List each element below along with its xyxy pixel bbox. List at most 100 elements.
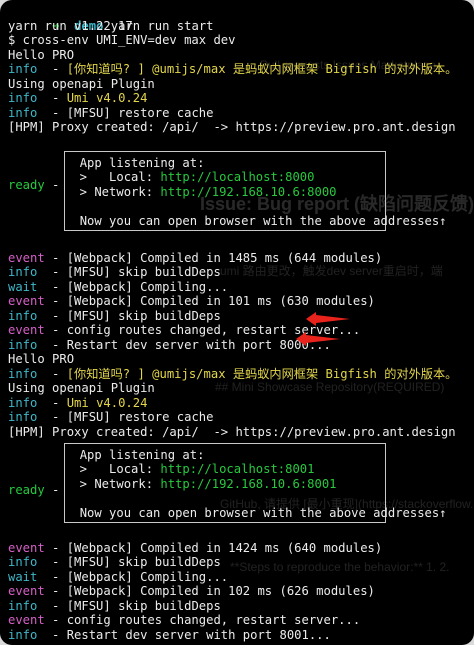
log-segment: info [8,337,38,352]
log-segment: info [8,395,38,410]
log-segment: Umi v4.0.24 [66,91,148,105]
log-segment: ready [8,178,45,192]
app-listening-box: App listening at: > Local: http://localh… [64,151,447,231]
log-segment [8,454,15,468]
log-segment: - config routes changed, restart server.… [44,613,361,627]
log-segment: event [8,294,45,308]
log-segment: info [8,62,38,76]
log-segment: - [MFSU] skip buildDeps [37,265,221,279]
log-segment: info [8,91,38,105]
log-segment: info [8,366,38,381]
app-listening-box: App listening at: > Local: http://localh… [64,443,447,523]
log-segment: Using openapi Plugin [8,381,155,395]
log-segment: event [8,584,45,598]
log-line-skip-3: info - [MFSU] skip buildDeps [8,555,470,570]
log-segment [8,526,15,540]
log-segment: - [37,62,67,76]
open-browser-msg: Now you can open browser with the above … [79,214,447,228]
log-segment [8,512,15,526]
log-segment: - [Webpack] Compiling... [37,569,229,584]
log-segment: event [8,323,45,337]
log-line-openapi2: Using openapi Plugin [8,381,470,396]
log-segment [8,164,15,178]
log-segment [8,207,15,221]
log-line-ev-101: event - [Webpack] Compiled in 101 ms (63… [8,294,470,309]
log-line-skip-4: info - [MFSU] skip buildDeps [8,599,470,614]
log-segment: event [8,250,45,265]
log-line-hpm-1: [HPM] Proxy created: /api/ -> https://pr… [8,120,470,135]
log-line-ev-1424: event - [Webpack] Compiled in 1424 ms (6… [8,541,470,556]
log-segment: - [MFSU] skip buildDeps [37,598,221,613]
log-segment: event [8,613,45,627]
log-line-yarn: yarn run v1.22.17 [8,19,470,34]
red-arrow-icon [296,332,340,346]
log-segment [8,222,15,236]
log-segment: - [Webpack] Compiled in 102 ms (626 modu… [44,584,375,598]
network-url-link[interactable]: http://192.168.10.6:8001 [160,477,336,491]
log-line-blank13 [8,526,470,541]
log-segment: - [37,395,67,410]
terminal-window: Pull requests Issues Marketplace Issue: … [0,0,474,645]
log-segment [8,135,15,149]
local-url-link[interactable]: http://localhost:8001 [160,462,314,476]
log-line-skip-2: info - [MFSU] skip buildDeps [8,309,470,324]
log-segment: $ cross-env UMI_ENV=dev max dev [8,33,236,47]
log-line-wait-2: wait - [Webpack] Compiling... [8,570,470,585]
terminal-output: ➜ demo yarn run start yarn run v1.22.17 $… [8,4,470,642]
network-line: > Network: http://192.168.10.6:8000 [65,185,337,199]
log-segment: wait [8,279,38,294]
log-segment: info [8,105,38,120]
log-line-hello2: Hello PRO [8,352,470,367]
log-line-ev-1485: event - [Webpack] Compiled in 1485 ms (6… [8,251,470,266]
log-segment: - Restart dev server with port 8000... [37,337,331,352]
log-line-ev-102: event - [Webpack] Compiled in 102 ms (62… [8,584,470,599]
log-segment: Umi v4.0.24 [66,395,148,410]
log-segment: - [Webpack] Compiled in 1424 ms (640 mod… [44,540,383,555]
log-segment: info [8,308,38,323]
log-line-umi-version-2: info - Umi v4.0.24 [8,396,470,411]
log-segment: - [37,366,67,381]
log-line-ev-routes-1: event - config routes changed, restart s… [8,323,470,338]
log-segment [8,468,15,482]
log-segment: - [MFSU] skip buildDeps [37,308,221,323]
log-segment: info [8,598,38,613]
log-line-hello1: Hello PRO [8,48,470,63]
local-url-link[interactable]: http://localhost:8000 [160,170,314,184]
log-line-mfsu-restore-2: info - [MFSU] restore cache [8,410,470,425]
log-segment: Using openapi Plugin [8,76,155,91]
log-line-info-bigfish-2: info - [你知道吗? ] @umijs/max 是蚂蚁内网框架 Bigfi… [8,367,470,382]
log-segment: info [8,265,38,279]
log-segment [8,497,15,511]
red-arrow-icon [306,312,350,326]
log-segment: Hello PRO [8,352,75,366]
log-line-mfsu-restore-1: info - [MFSU] restore cache [8,106,470,121]
log-segment: [HPM] Proxy created: /api/ -> https://pr… [8,424,456,439]
log-segment: wait [8,569,38,584]
log-segment: - [Webpack] Compiled in 101 ms (630 modu… [44,294,375,308]
log-segment: event [8,540,45,555]
log-segment: [你知道吗? ] @umijs/max 是蚂蚁内网框架 Bigfish 的对外版… [66,366,458,381]
log-segment: - [MFSU] skip buildDeps [37,555,221,569]
log-segment: [你知道吗? ] @umijs/max 是蚂蚁内网框架 Bigfish 的对外版… [66,62,458,76]
log-line-ev-routes-2: event - config routes changed, restart s… [8,613,470,628]
log-segment: Hello PRO [8,47,75,62]
log-line-hpm-2: [HPM] Proxy created: /api/ -> https://pr… [8,425,470,440]
log-line-umi-version-1: info - Umi v4.0.24 [8,91,470,106]
log-segment: - [Webpack] Compiling... [37,279,229,294]
log-segment [8,193,15,207]
log-line-info-bigfish-1: info - [你知道吗? ] @umijs/max 是蚂蚁内网框架 Bigfi… [8,62,470,77]
network-line: > Network: http://192.168.10.6:8001 [65,477,337,491]
network-url-link[interactable]: http://192.168.10.6:8000 [160,185,336,199]
log-line-openapi1: Using openapi Plugin [8,77,470,92]
log-segment: [HPM] Proxy created: /api/ -> https://pr… [8,120,456,134]
open-browser-msg: Now you can open browser with the above … [79,506,447,520]
log-segment: ready [8,482,45,497]
log-segment: info [8,410,38,424]
log-segment: - [MFSU] restore cache [37,105,214,120]
log-segment [8,439,15,453]
log-line-wait-1: wait - [Webpack] Compiling... [8,280,470,295]
log-segment: info [8,627,38,642]
local-line: > Local: http://localhost:8000 [65,170,315,184]
log-line-restart-8001: info - Restart dev server with port 8001… [8,628,470,643]
log-line-blank1 [8,135,470,150]
